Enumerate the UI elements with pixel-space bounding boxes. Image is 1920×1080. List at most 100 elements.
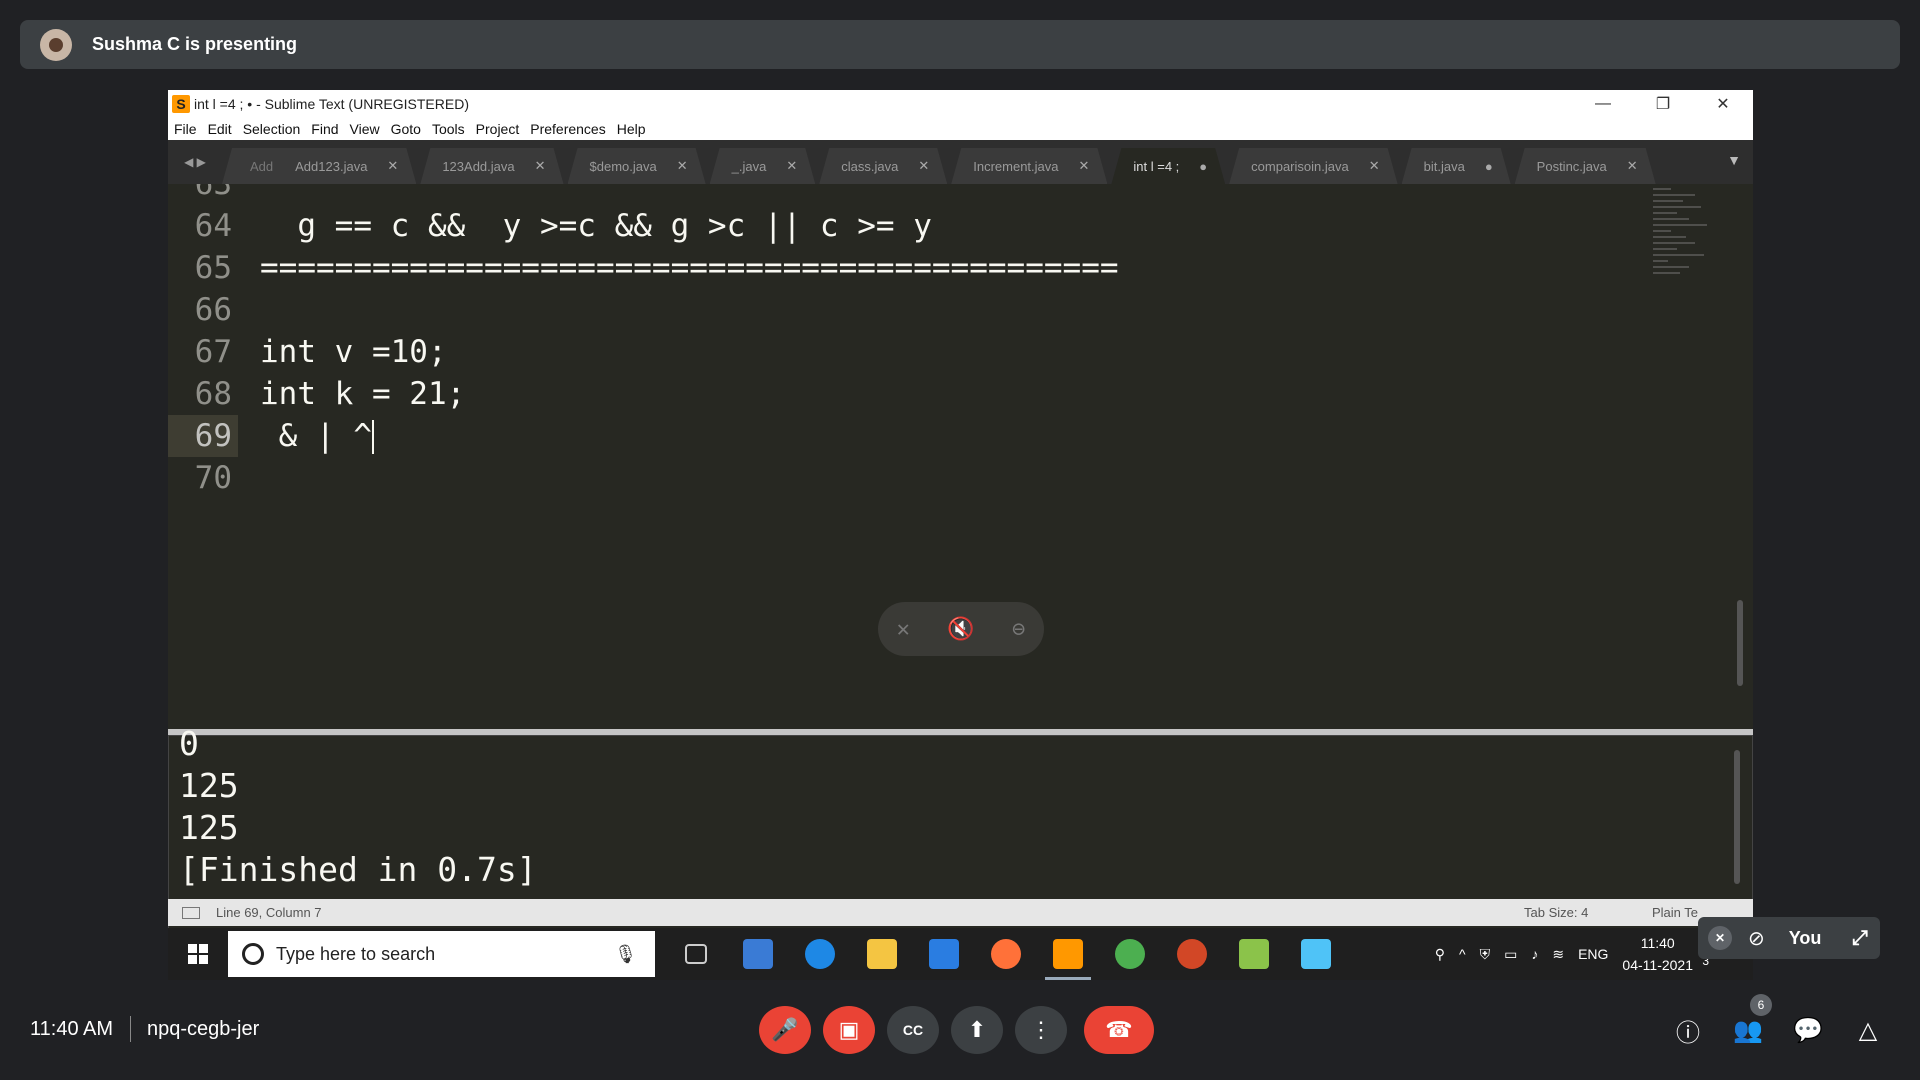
menu-preferences[interactable]: Preferences [530, 121, 605, 137]
windows-taskbar: Type here to search 🎙 ⚲ ^ ⛨ ▭ ♪ ≋ ENG 11… [168, 928, 1753, 980]
paint-icon[interactable] [1223, 928, 1285, 980]
tab-size[interactable]: Tab Size: 4 [1524, 905, 1588, 920]
tab-dropdown-icon[interactable]: ▼ [1727, 152, 1741, 168]
editor-line: 66 [168, 289, 1668, 331]
store-icon[interactable] [727, 928, 789, 980]
close-button[interactable]: ✕ [1693, 90, 1753, 118]
tab-close-icon[interactable]: ✕ [387, 158, 398, 174]
line-number: 69 [194, 418, 232, 454]
meeting-details-button[interactable]: ⓘ [1672, 1014, 1704, 1047]
tab-close-icon[interactable]: ✕ [918, 158, 929, 174]
output-scrollbar[interactable] [1734, 750, 1740, 884]
start-button[interactable] [168, 928, 228, 980]
captions-button[interactable]: CC [887, 1006, 939, 1054]
mute-audio-icon[interactable]: 🔇 [947, 617, 974, 642]
tab-close-icon[interactable]: ✕ [1079, 158, 1090, 174]
line-code: int v =10; [260, 334, 447, 370]
minimize-circle-icon[interactable]: ⊖ [1012, 617, 1025, 642]
menu-goto[interactable]: Goto [391, 121, 421, 137]
tab-close-icon[interactable]: ✕ [1369, 158, 1380, 174]
editor-line: 67 int v =10; [168, 331, 1668, 373]
menu-bar: File Edit Selection Find View Goto Tools… [168, 118, 1753, 140]
console-toggle-icon[interactable] [182, 906, 200, 919]
tab-close-icon[interactable]: ✕ [535, 158, 546, 174]
tab-label: _.java [731, 158, 767, 174]
code-editor[interactable]: 63 64 g == c && y >=c && g >c || c >= y … [168, 184, 1753, 729]
divider [130, 1016, 131, 1042]
tab-close-icon[interactable]: ✕ [786, 158, 797, 174]
line-code: int k = 21; [260, 376, 466, 412]
expand-icon[interactable]: ⤢ [1852, 927, 1868, 950]
line-code: g == c && y >=c && g >c || c >= y [260, 208, 932, 244]
menu-tools[interactable]: Tools [432, 121, 465, 137]
tab-class[interactable]: class.java ✕ [819, 148, 947, 184]
menu-project[interactable]: Project [476, 121, 520, 137]
microphone-icon[interactable]: 🎙 [614, 944, 637, 965]
menu-selection[interactable]: Selection [243, 121, 301, 137]
tab-scroll-arrows[interactable]: ◀ ▶ [168, 140, 222, 184]
tab-modified-dot-icon[interactable]: ● [1199, 159, 1207, 174]
menu-find[interactable]: Find [311, 121, 338, 137]
tab-close-icon[interactable]: ✕ [677, 158, 688, 174]
file-explorer-icon[interactable] [851, 928, 913, 980]
more-options-button[interactable]: ⋮ [1015, 1006, 1067, 1054]
chat-button[interactable]: 💬 [1792, 1014, 1824, 1046]
security-icon[interactable]: ⛨ [1480, 946, 1491, 963]
tab-underscore[interactable]: _.java ✕ [710, 148, 816, 184]
edge-icon[interactable] [789, 928, 851, 980]
self-view-tile[interactable]: ✕ ⊘ You ⤢ [1698, 917, 1880, 959]
editor-scrollbar[interactable] [1737, 600, 1743, 686]
sublime-icon: S [172, 95, 190, 113]
tab-123add[interactable]: 123Add.java ✕ [420, 148, 563, 184]
mic-toggle-button[interactable]: 🎤 [759, 1006, 811, 1054]
tab-bit[interactable]: bit.java ● [1402, 148, 1511, 184]
output-line: 0 [179, 724, 199, 763]
tab-int-l[interactable]: int l =4 ; ● [1111, 148, 1225, 184]
minimap[interactable] [1653, 184, 1713, 364]
editor-line: 68 int k = 21; [168, 373, 1668, 415]
tray-expand-icon[interactable]: ^ [1459, 946, 1466, 962]
shared-screen: S int l =4 ; • - Sublime Text (UNREGISTE… [168, 90, 1753, 980]
syntax-mode[interactable]: Plain Te [1652, 905, 1698, 920]
battery-icon[interactable]: ▭ [1504, 946, 1517, 963]
volume-icon[interactable]: ♪ [1531, 946, 1538, 962]
activities-button[interactable]: △ [1852, 1014, 1884, 1046]
window-titlebar: S int l =4 ; • - Sublime Text (UNREGISTE… [168, 90, 1753, 118]
tab-increment[interactable]: Increment.java ✕ [951, 148, 1107, 184]
line-number: 64 [194, 208, 232, 244]
tab-add123[interactable]: Add Add123.java ✕ [222, 148, 416, 184]
present-button[interactable]: ⬆ [951, 1006, 1003, 1054]
people-button[interactable]: 👥 [1732, 1014, 1764, 1046]
tab-modified-dot-icon[interactable]: ● [1485, 159, 1493, 174]
mail-icon[interactable] [913, 928, 975, 980]
search-placeholder: Type here to search [276, 943, 436, 964]
task-view-icon[interactable] [665, 928, 727, 980]
menu-file[interactable]: File [174, 121, 197, 137]
leave-call-button[interactable]: ☎ [1084, 1006, 1154, 1054]
menu-view[interactable]: View [350, 121, 380, 137]
tab-label: $demo.java [589, 158, 657, 174]
firefox-icon[interactable] [975, 928, 1037, 980]
tab-postinc[interactable]: Postinc.java ✕ [1515, 148, 1656, 184]
line-number: 63 [194, 184, 232, 202]
chrome-icon[interactable] [1099, 928, 1161, 980]
chat-icon: 💬 [1793, 1016, 1823, 1044]
menu-edit[interactable]: Edit [208, 121, 232, 137]
hang-up-icon: ☎ [1105, 1017, 1133, 1042]
camera-toggle-button[interactable]: ▣ [823, 1006, 875, 1054]
unpin-icon[interactable]: ✕ [897, 617, 910, 642]
people-icon[interactable]: ⚲ [1435, 946, 1445, 963]
notepad-icon[interactable] [1285, 928, 1347, 980]
tab-demo[interactable]: $demo.java ✕ [568, 148, 706, 184]
restore-button[interactable]: ❐ [1633, 90, 1693, 118]
menu-help[interactable]: Help [617, 121, 646, 137]
taskbar-search[interactable]: Type here to search 🎙 [228, 931, 655, 977]
language-indicator[interactable]: ENG [1578, 946, 1608, 962]
minimize-button[interactable]: — [1573, 90, 1633, 118]
tab-close-icon[interactable]: ✕ [1627, 158, 1638, 174]
powerpoint-icon[interactable] [1161, 928, 1223, 980]
tab-comparisoin[interactable]: comparisoin.java ✕ [1229, 148, 1397, 184]
taskbar-clock[interactable]: 11:40 04-11-2021 [1622, 932, 1693, 976]
wifi-icon[interactable]: ≋ [1552, 946, 1564, 963]
sublime-taskbar-icon[interactable] [1037, 928, 1099, 980]
